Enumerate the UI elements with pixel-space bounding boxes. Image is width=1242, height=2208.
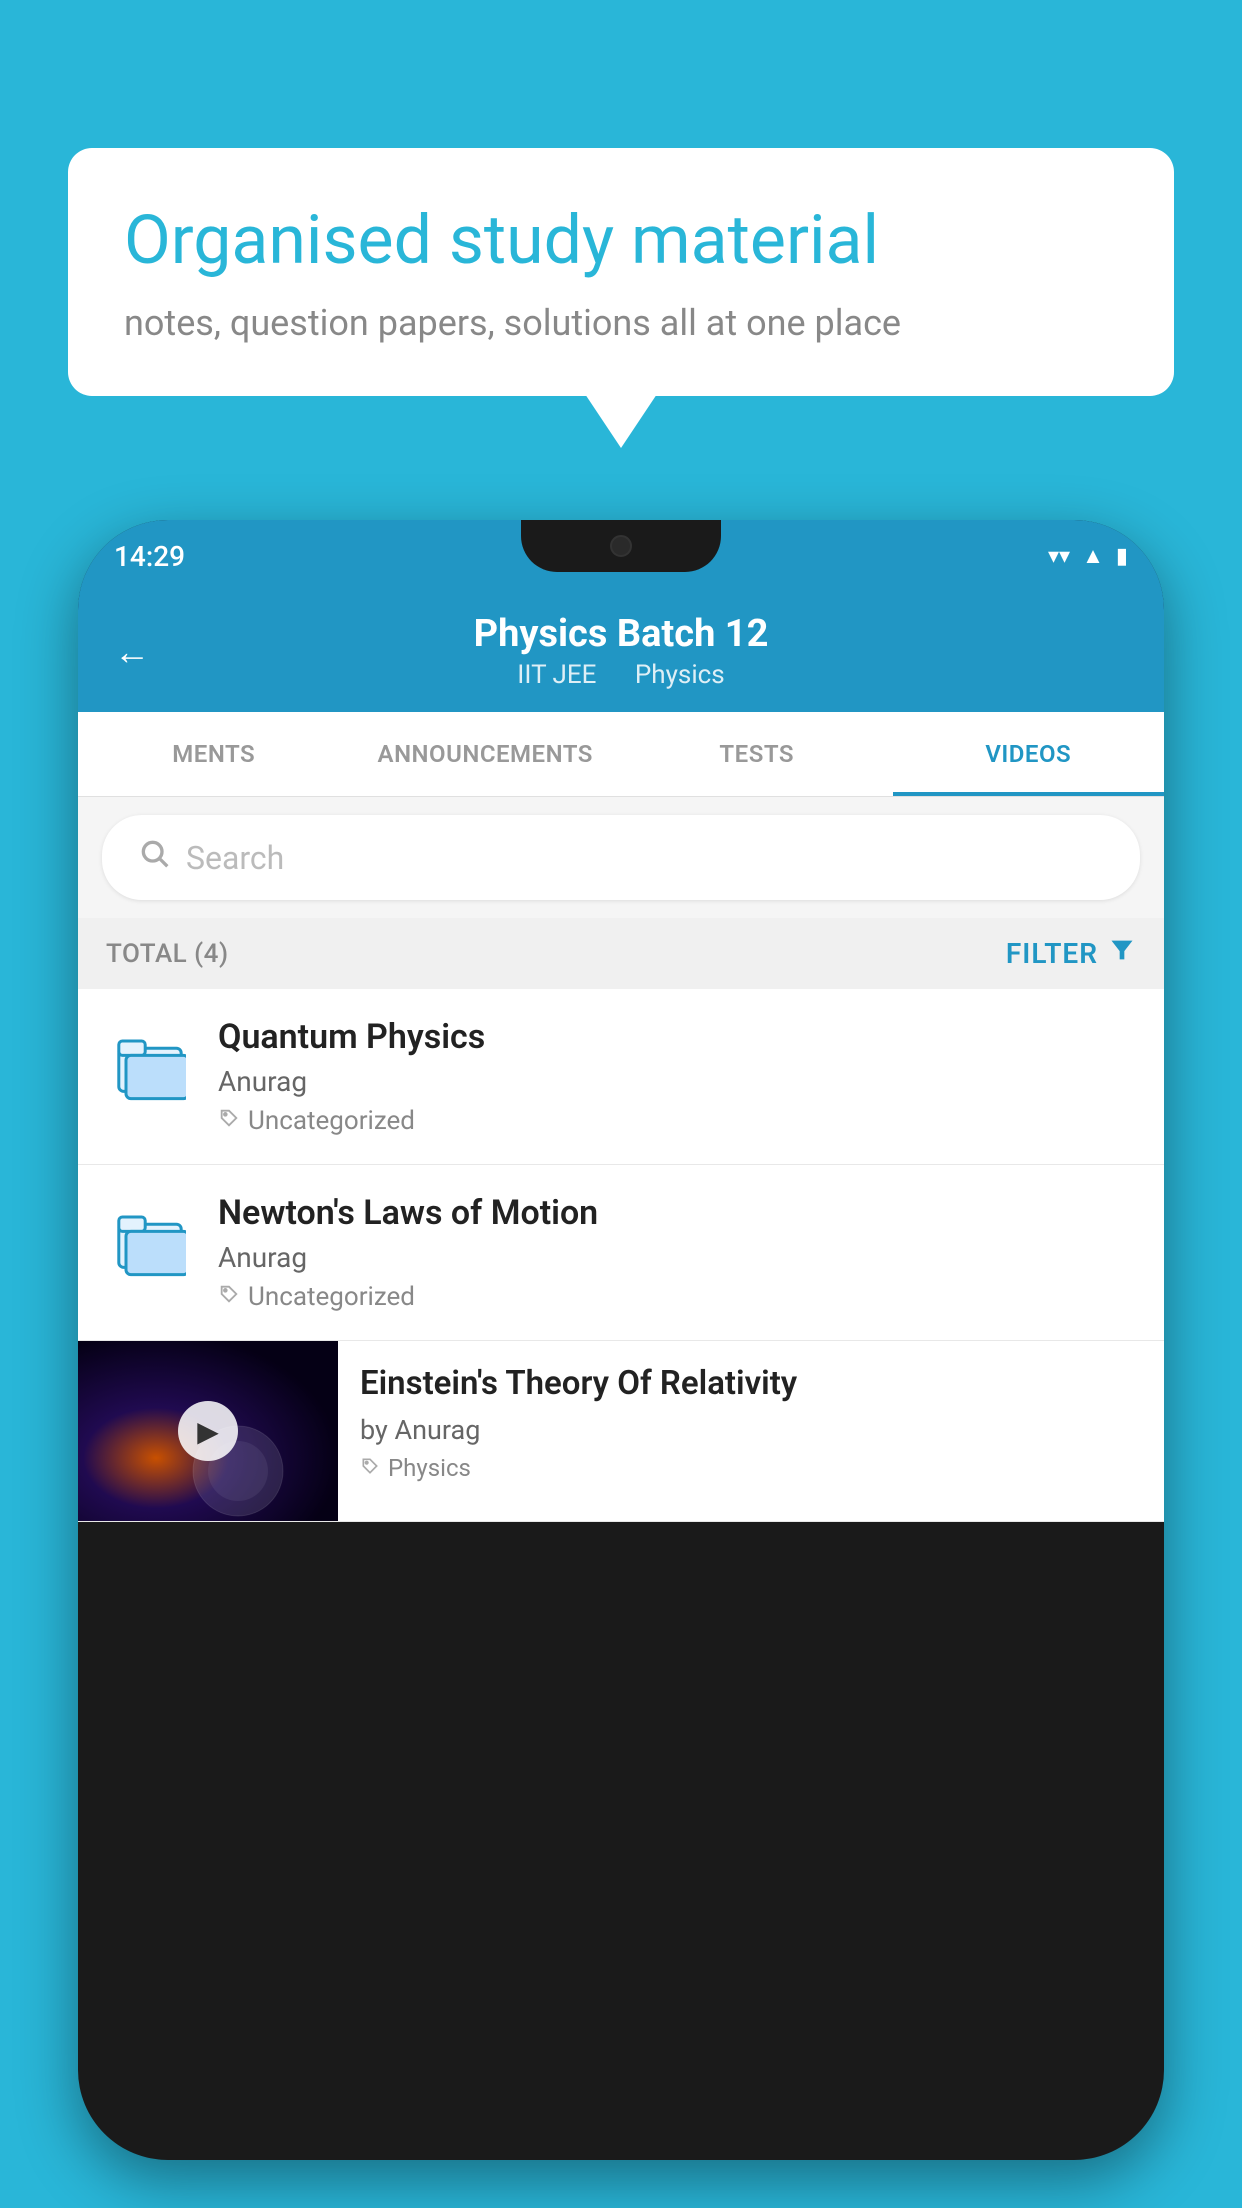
wifi-icon: ▾▾ (1048, 544, 1070, 569)
tab-videos[interactable]: VIDEOS (893, 712, 1165, 796)
header-subtitle-part2: Physics (635, 660, 725, 690)
filter-label: FILTER (1006, 937, 1098, 970)
item-title-3: Einstein's Theory Of Relativity (360, 1363, 1142, 1406)
notch (521, 520, 721, 572)
thumb-info-3: Einstein's Theory Of Relativity by Anura… (338, 1341, 1164, 1504)
app-screen: ← Physics Batch 12 IIT JEE Physics MENTS… (78, 592, 1164, 2160)
bubble-title: Organised study material (124, 200, 1118, 282)
camera (610, 535, 632, 557)
tab-announcements[interactable]: ANNOUNCEMENTS (350, 712, 622, 796)
speech-bubble: Organised study material notes, question… (68, 148, 1174, 396)
status-time: 14:29 (114, 540, 185, 573)
thumb-bg: ▶ (78, 1341, 338, 1521)
item-tag-3: Physics (360, 1454, 1142, 1482)
search-placeholder: Search (186, 839, 284, 877)
signal-icon: ▲ (1082, 543, 1104, 569)
filter-button[interactable]: FILTER (1006, 936, 1136, 971)
item-info-2: Newton's Laws of Motion Anurag Uncategor… (218, 1193, 1136, 1312)
item-title-1: Quantum Physics (218, 1017, 1136, 1057)
list-item[interactable]: ▶ Einstein's Theory Of Relativity by Anu… (78, 1341, 1164, 1522)
item-icon-1 (106, 1021, 194, 1109)
search-container: Search (78, 797, 1164, 918)
item-icon-2 (106, 1197, 194, 1285)
header-subtitle-part1: IIT JEE (517, 660, 596, 690)
filter-icon (1108, 936, 1136, 971)
item-info-1: Quantum Physics Anurag Uncategorized (218, 1017, 1136, 1136)
list-item[interactable]: Newton's Laws of Motion Anurag Uncategor… (78, 1165, 1164, 1341)
item-tag-1: Uncategorized (218, 1106, 1136, 1136)
total-count: TOTAL (4) (106, 939, 229, 969)
play-button-3[interactable]: ▶ (178, 1401, 238, 1461)
item-author-3: by Anurag (360, 1414, 1142, 1446)
phone-frame: 14:29 ▾▾ ▲ ▮ ← Physics Batch 12 IIT JEE (78, 520, 1164, 2160)
filter-bar: TOTAL (4) FILTER (78, 918, 1164, 989)
search-bar[interactable]: Search (102, 815, 1140, 900)
list-items: Quantum Physics Anurag Uncategorized (78, 989, 1164, 1522)
item-tag-2: Uncategorized (218, 1282, 1136, 1312)
status-icons: ▾▾ ▲ ▮ (1048, 543, 1128, 569)
battery-icon: ▮ (1116, 544, 1128, 569)
bubble-subtitle: notes, question papers, solutions all at… (124, 302, 1118, 344)
thumbnail-3: ▶ (78, 1341, 338, 1521)
item-author-2: Anurag (218, 1241, 1136, 1274)
tabs-container: MENTS ANNOUNCEMENTS TESTS VIDEOS (78, 712, 1164, 797)
tab-tests[interactable]: TESTS (621, 712, 893, 796)
list-item[interactable]: Quantum Physics Anurag Uncategorized (78, 989, 1164, 1165)
search-icon (138, 837, 170, 878)
tab-ments[interactable]: MENTS (78, 712, 350, 796)
back-button[interactable]: ← (114, 631, 150, 673)
header-title: Physics Batch 12 (474, 612, 769, 656)
header-subtitle: IIT JEE Physics (509, 660, 732, 690)
app-header: ← Physics Batch 12 IIT JEE Physics (78, 592, 1164, 712)
page-background: Organised study material notes, question… (0, 0, 1242, 2208)
item-title-2: Newton's Laws of Motion (218, 1193, 1136, 1233)
item-author-1: Anurag (218, 1065, 1136, 1098)
tag-icon-3 (360, 1454, 380, 1482)
tag-icon-1 (218, 1106, 240, 1136)
tag-icon-2 (218, 1282, 240, 1312)
